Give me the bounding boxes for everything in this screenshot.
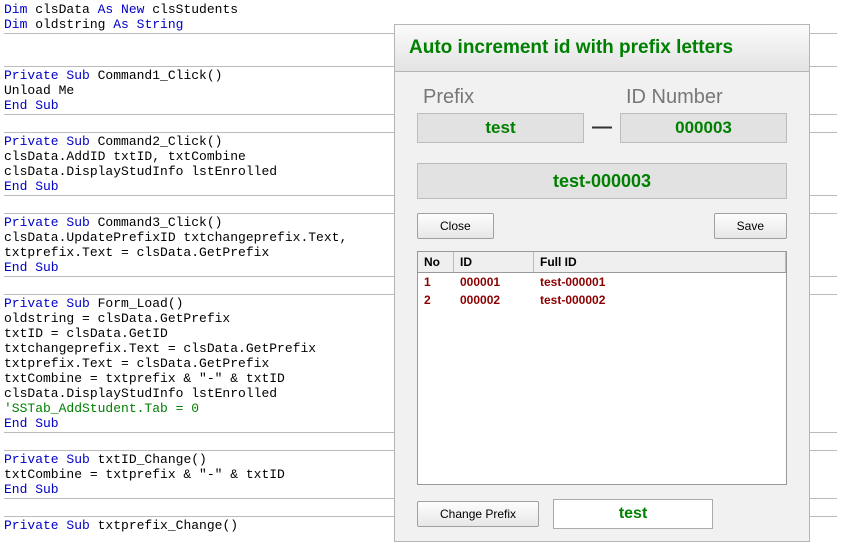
code-text: clsData [27,2,97,17]
prefix-id-row: Prefix test — ID Number 000003 [417,86,787,143]
grid-header-id[interactable]: ID [454,252,534,272]
close-button[interactable]: Close [417,213,494,239]
code-keyword: End Sub [4,179,59,194]
code-keyword: Dim [4,2,27,17]
change-prefix-row: Change Prefix [417,499,787,529]
code-comment: 'SSTab_AddStudent.Tab = 0 [4,401,199,416]
code-keyword: As String [113,17,183,32]
combined-id-box: test-000003 [417,163,787,199]
code-text: txtID = clsData.GetID [4,326,168,341]
code-text: txtID_Change() [90,452,207,467]
code-text: clsStudents [144,2,238,17]
code-keyword: Private Sub [4,452,90,467]
code-text: oldstring = clsData.GetPrefix [4,311,230,326]
code-keyword: End Sub [4,260,59,275]
table-row[interactable]: 2 000002 test-000002 [418,291,786,309]
code-text: Command1_Click() [90,68,223,83]
records-grid[interactable]: No ID Full ID 1 000001 test-000001 2 000… [417,251,787,485]
code-keyword: End Sub [4,98,59,113]
code-keyword: Private Sub [4,134,90,149]
code-keyword: End Sub [4,416,59,431]
change-prefix-button[interactable]: Change Prefix [417,501,539,527]
code-text: txtprefix.Text = clsData.GetPrefix [4,356,269,371]
code-text: clsData.DisplayStudInfo lstEnrolled [4,164,277,179]
grid-header: No ID Full ID [418,252,786,273]
grid-header-no[interactable]: No [418,252,454,272]
code-text: oldstring [27,17,113,32]
id-value-box: 000003 [620,113,787,143]
button-row-top: Close Save [417,213,787,239]
code-keyword: Private Sub [4,215,90,230]
auto-increment-dialog: Auto increment id with prefix letters Pr… [394,24,810,542]
code-text: txtCombine = txtprefix & "-" & txtID [4,467,285,482]
grid-cell-no: 1 [418,273,454,291]
code-text: clsData.UpdatePrefixID txtchangeprefix.T… [4,230,355,245]
code-text: Command3_Click() [90,215,223,230]
grid-cell-id: 000001 [454,273,534,291]
code-keyword: Private Sub [4,518,90,533]
code-text: txtchangeprefix.Text = clsData.GetPrefix [4,341,316,356]
grid-cell-full-id: test-000002 [534,291,786,309]
code-text: Unload Me [4,83,74,98]
id-number-label: ID Number [620,86,787,109]
code-text: clsData.DisplayStudInfo lstEnrolled [4,386,277,401]
grid-header-full-id[interactable]: Full ID [534,252,786,272]
code-keyword: As New [98,2,145,17]
code-keyword: End Sub [4,482,59,497]
dialog-title: Auto increment id with prefix letters [395,25,809,72]
grid-cell-id: 000002 [454,291,534,309]
code-keyword: Private Sub [4,296,90,311]
dialog-body: Prefix test — ID Number 000003 test-0000… [395,72,809,541]
code-text: txtprefix_Change() [90,518,238,533]
grid-cell-no: 2 [418,291,454,309]
grid-cell-full-id: test-000001 [534,273,786,291]
code-text: Command2_Click() [90,134,223,149]
change-prefix-input[interactable] [553,499,713,529]
code-text: Form_Load() [90,296,184,311]
code-keyword: Dim [4,17,27,32]
code-text: txtprefix.Text = clsData.GetPrefix [4,245,269,260]
prefix-value-box: test [417,113,584,143]
dash-separator: — [592,116,612,139]
save-button[interactable]: Save [714,213,787,239]
code-keyword: Private Sub [4,68,90,83]
prefix-label: Prefix [417,86,584,109]
code-text: clsData.AddID txtID, txtCombine [4,149,246,164]
prefix-column: Prefix test [417,86,584,143]
code-text: txtCombine = txtprefix & "-" & txtID [4,371,285,386]
id-column: ID Number 000003 [620,86,787,143]
table-row[interactable]: 1 000001 test-000001 [418,273,786,291]
